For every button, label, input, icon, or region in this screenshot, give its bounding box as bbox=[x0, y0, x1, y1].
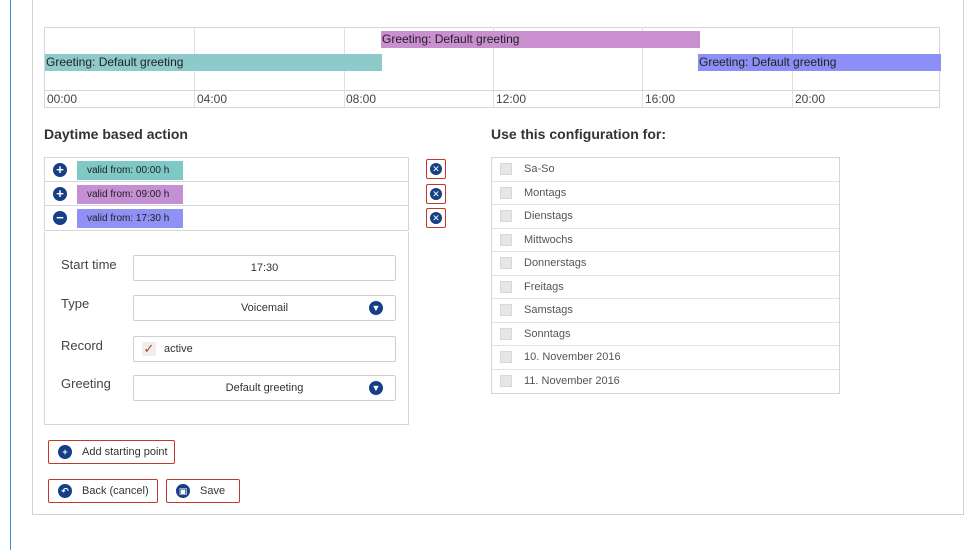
checkbox[interactable] bbox=[500, 163, 512, 175]
close-icon: ✕ bbox=[430, 212, 442, 224]
save-icon: ▣ bbox=[176, 484, 190, 498]
checkbox[interactable] bbox=[500, 351, 512, 363]
checkbox[interactable] bbox=[500, 186, 512, 199]
save-button[interactable]: ▣ Save bbox=[166, 479, 240, 503]
record-checkbox-field[interactable]: ✓ active bbox=[133, 336, 396, 362]
checkbox[interactable] bbox=[500, 374, 512, 387]
timeline-tick-label: 08:00 bbox=[346, 92, 377, 106]
timeline-tick-label: 16:00 bbox=[645, 92, 676, 106]
config-item[interactable]: 11. November 2016 bbox=[492, 370, 839, 394]
timeline-bar[interactable]: Greeting: Default greeting bbox=[698, 54, 941, 71]
timeline-tick-label: 00:00 bbox=[47, 92, 78, 106]
config-item[interactable]: Samstags bbox=[492, 299, 839, 323]
plus-icon[interactable]: + bbox=[53, 163, 67, 177]
timeline-tick-label: 20:00 bbox=[795, 92, 826, 106]
config-item[interactable]: Sonntags bbox=[492, 323, 839, 346]
checkbox[interactable] bbox=[500, 327, 512, 340]
action-row-selected[interactable]: − valid from: 17:30 h bbox=[45, 206, 408, 230]
start-time-label: Start time bbox=[61, 257, 117, 272]
daytime-heading: Daytime based action bbox=[44, 126, 188, 142]
action-list: + valid from: 00:00 h + valid from: 09:0… bbox=[44, 157, 409, 231]
timeline-axis bbox=[45, 90, 939, 91]
action-label[interactable]: valid from: 00:00 h bbox=[77, 161, 183, 180]
delete-action-button[interactable]: ✕ bbox=[426, 208, 446, 228]
start-time-input[interactable]: 17:30 bbox=[133, 255, 396, 281]
action-row[interactable]: + valid from: 00:00 h bbox=[45, 158, 408, 182]
close-icon: ✕ bbox=[430, 163, 442, 175]
checkbox[interactable] bbox=[500, 233, 512, 246]
back-cancel-button[interactable]: ↶ Back (cancel) bbox=[48, 479, 158, 503]
chevron-down-icon: ▼ bbox=[369, 301, 383, 315]
config-item[interactable]: Sa-So bbox=[492, 158, 839, 182]
delete-action-button[interactable]: ✕ bbox=[426, 159, 446, 179]
configuration-list: Sa-So Montags Dienstags Mittwochs Donner… bbox=[491, 157, 840, 394]
action-row[interactable]: + valid from: 09:00 h bbox=[45, 182, 408, 206]
record-label: Record bbox=[61, 338, 103, 353]
timeline: Greeting: Default greeting Greeting: Def… bbox=[44, 27, 941, 108]
action-label[interactable]: valid from: 09:00 h bbox=[77, 185, 183, 204]
left-border-line bbox=[10, 0, 11, 550]
config-item[interactable]: Donnerstags bbox=[492, 252, 839, 276]
type-label: Type bbox=[61, 296, 90, 311]
config-item[interactable]: Mittwochs bbox=[492, 229, 839, 252]
type-select[interactable]: Voicemail ▼ bbox=[133, 295, 396, 321]
action-label[interactable]: valid from: 17:30 h bbox=[77, 209, 183, 228]
checkbox[interactable] bbox=[500, 280, 512, 293]
chevron-down-icon: ▼ bbox=[369, 381, 383, 395]
checkbox[interactable] bbox=[500, 257, 512, 269]
timeline-tick-label: 12:00 bbox=[496, 92, 527, 106]
config-item[interactable]: Montags bbox=[492, 182, 839, 205]
config-item[interactable]: 10. November 2016 bbox=[492, 346, 839, 370]
delete-action-button[interactable]: ✕ bbox=[426, 184, 446, 204]
timeline-bar[interactable]: Greeting: Default greeting bbox=[45, 54, 382, 71]
minus-icon[interactable]: − bbox=[53, 211, 67, 225]
greeting-select[interactable]: Default greeting ▼ bbox=[133, 375, 396, 401]
action-detail-form: Start time 17:30 Type Voicemail ▼ Record… bbox=[44, 232, 409, 425]
config-heading: Use this configuration for: bbox=[491, 126, 666, 142]
checkbox[interactable] bbox=[500, 210, 512, 222]
config-item[interactable]: Freitags bbox=[492, 276, 839, 299]
checkbox[interactable] bbox=[500, 304, 512, 316]
close-icon: ✕ bbox=[430, 188, 442, 200]
greeting-label: Greeting bbox=[61, 376, 111, 391]
plus-icon[interactable]: + bbox=[53, 187, 67, 201]
back-arrow-icon: ↶ bbox=[58, 484, 72, 498]
timeline-tick-label: 04:00 bbox=[197, 92, 228, 106]
add-starting-point-button[interactable]: + Add starting point bbox=[48, 440, 175, 464]
timeline-bar[interactable]: Greeting: Default greeting bbox=[381, 31, 700, 48]
plus-icon: + bbox=[58, 445, 72, 459]
checkmark-icon[interactable]: ✓ bbox=[142, 342, 156, 356]
config-item[interactable]: Dienstags bbox=[492, 205, 839, 229]
